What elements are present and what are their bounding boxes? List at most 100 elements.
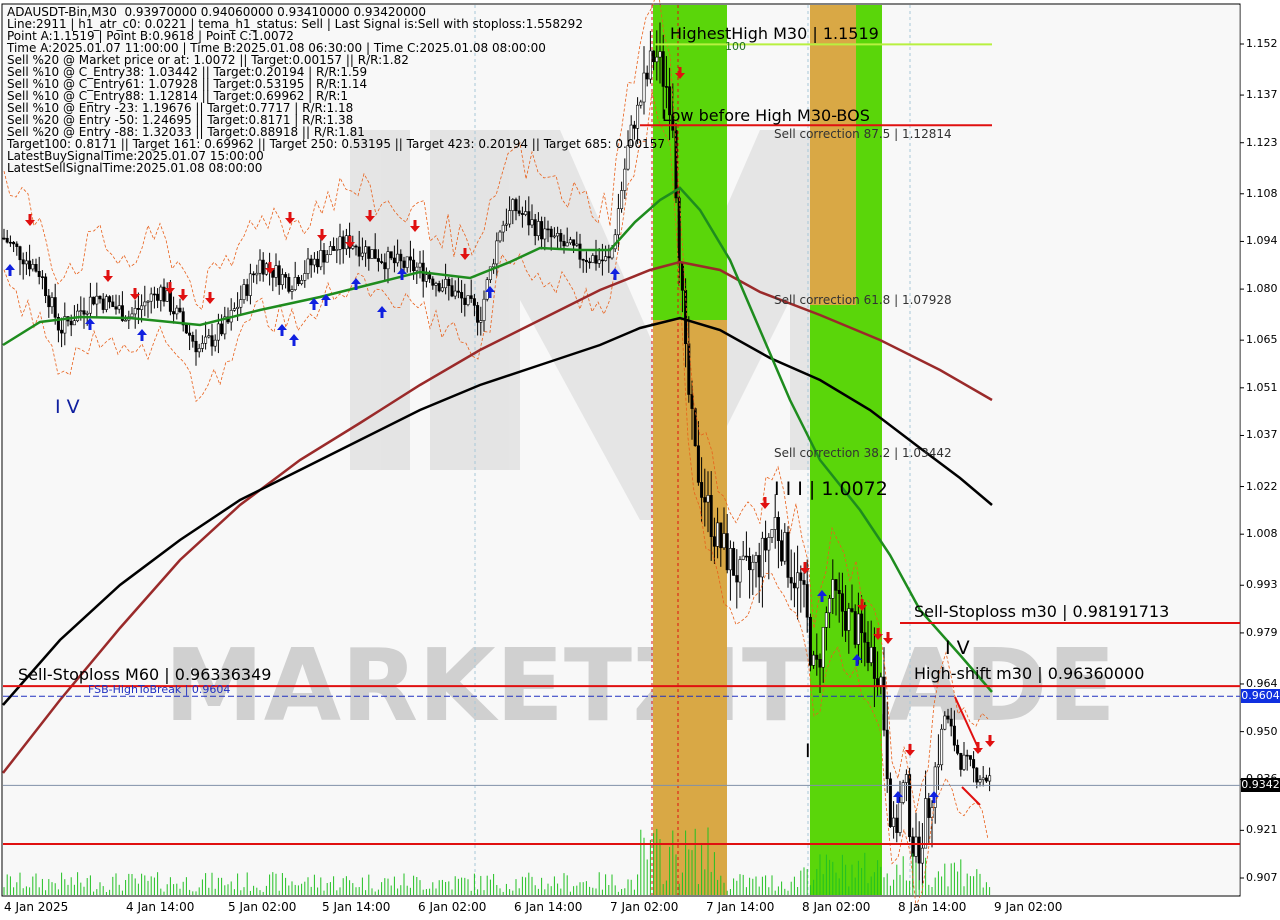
price-axis-label: 1.080: [1246, 282, 1278, 296]
candle-body: [565, 242, 569, 247]
candle-body: [415, 266, 419, 272]
candle-body: [751, 561, 755, 571]
candle-body: [412, 259, 416, 272]
candle-body: [24, 260, 28, 265]
candle-body: [770, 529, 774, 538]
candle-body: [482, 298, 486, 321]
candle-body: [914, 836, 918, 857]
candle-body: [840, 593, 844, 612]
candle-body: [434, 283, 438, 286]
candle-body: [184, 324, 188, 334]
candle-body: [255, 272, 259, 276]
candle-body: [463, 297, 467, 305]
candle-body: [549, 228, 553, 238]
candle-body: [447, 279, 451, 286]
candle-body: [114, 306, 118, 310]
candle-body: [869, 646, 873, 663]
candle-body: [460, 292, 464, 299]
price-axis-label: 1.008: [1246, 527, 1278, 541]
candle-body: [904, 774, 908, 783]
candle-body: [712, 536, 716, 547]
candle-body: [76, 310, 80, 322]
candle-body: [245, 284, 249, 296]
candle-body: [98, 295, 102, 300]
candle-body: [373, 249, 377, 259]
candle-body: [140, 305, 144, 310]
candle-body: [783, 532, 787, 562]
candle-body: [802, 580, 806, 585]
candle-body: [498, 231, 502, 242]
price-axis-label: 1.094: [1246, 234, 1278, 248]
candle-body: [31, 264, 35, 270]
candle-body: [952, 725, 956, 746]
candle-body: [92, 296, 96, 305]
candle-body: [306, 258, 310, 274]
candle-body: [152, 293, 156, 296]
candle-body: [655, 56, 659, 63]
candle-body: [210, 335, 214, 347]
time-axis-label: 6 Jan 02:00: [418, 900, 487, 914]
candle-body: [687, 343, 691, 395]
candle-body: [808, 616, 812, 666]
price-grid: [1240, 43, 1244, 879]
candle-body: [924, 798, 928, 849]
candle-body: [741, 555, 745, 560]
candle-body: [469, 295, 473, 299]
candle-body: [194, 340, 198, 353]
candle-body: [111, 301, 115, 308]
candle-body: [959, 753, 963, 770]
wave-iii-label: I I I | 1.0072: [774, 478, 888, 500]
candle-body: [818, 659, 822, 668]
candle-body: [796, 572, 800, 589]
candle-body: [821, 626, 825, 668]
candle-body: [204, 336, 208, 344]
candle-body: [600, 259, 604, 262]
candle-body: [514, 199, 518, 212]
candle-body: [437, 283, 441, 292]
price-tag: 0.9342: [1241, 778, 1280, 793]
candle-body: [632, 124, 636, 129]
candle-body: [898, 802, 902, 833]
candle-body: [124, 319, 128, 322]
price-axis-label: 1.037: [1246, 428, 1278, 442]
candle-body: [949, 718, 953, 727]
candle-body: [402, 260, 406, 268]
candle-body: [504, 223, 508, 226]
candle-body: [543, 228, 547, 240]
stoploss-m60-label: Sell-Stoploss M60 | 0.96336349: [18, 665, 272, 684]
candle-body: [642, 72, 646, 103]
candle-body: [175, 307, 179, 315]
candle-body: [844, 611, 848, 631]
candle-body: [53, 297, 57, 318]
time-axis-label: 8 Jan 14:00: [898, 900, 967, 914]
label-100: 100: [725, 40, 746, 53]
candle-body: [572, 239, 576, 246]
candle-body: [328, 246, 332, 255]
candle-body: [2, 237, 6, 240]
candle-body: [965, 754, 969, 757]
candle-body: [661, 51, 665, 87]
candle-body: [773, 517, 777, 530]
wave-i-label: I: [805, 740, 811, 762]
candle-body: [591, 255, 595, 263]
candle-body: [575, 243, 579, 246]
candle-body: [940, 728, 944, 766]
fsb-high-label: FSB-HighToBreak | 0.9604: [88, 683, 231, 696]
candle-body: [396, 253, 400, 264]
candle-body: [472, 298, 476, 306]
candle-body: [892, 817, 896, 827]
candle-body: [50, 297, 54, 308]
candle-body: [524, 211, 528, 215]
candle-body: [927, 798, 931, 818]
candle-body: [895, 817, 899, 833]
candle-body: [172, 311, 176, 315]
candle-body: [639, 101, 643, 106]
candle-body: [847, 608, 851, 631]
candle-body: [424, 274, 428, 282]
candle-body: [95, 295, 99, 305]
candle-body: [780, 540, 784, 562]
candle-body: [725, 533, 729, 571]
candle-body: [546, 228, 550, 231]
candle-body: [197, 348, 201, 353]
price-axis-label: 0.950: [1246, 724, 1278, 738]
